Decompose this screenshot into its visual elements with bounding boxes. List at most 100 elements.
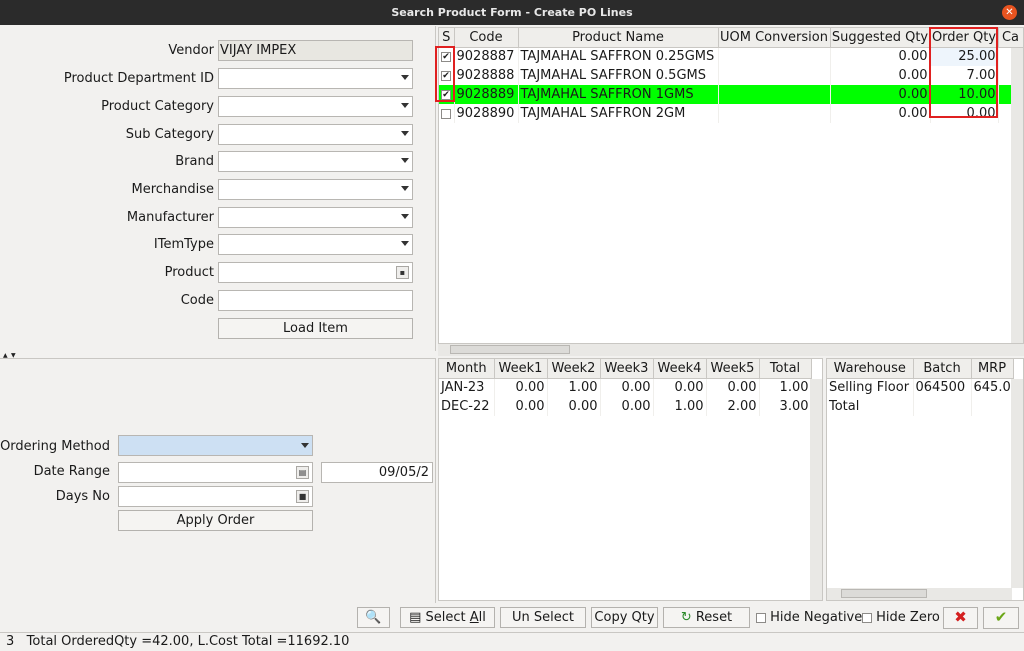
checkbox-unchecked-icon[interactable] — [862, 612, 872, 623]
merchandise-label: Merchandise — [131, 182, 214, 197]
checkbox-unchecked-icon[interactable] — [441, 108, 451, 119]
select-all-button[interactable]: ▤ Select All — [400, 607, 495, 628]
checkbox-checked-icon[interactable]: ✔ — [441, 89, 451, 100]
panel-splitter[interactable]: ▲ ▼ — [0, 351, 436, 359]
load-item-button[interactable]: Load Item — [218, 318, 413, 339]
copy-qty-button[interactable]: Copy Qty — [591, 607, 658, 628]
row-order-qty[interactable]: 25.00 — [930, 47, 999, 66]
scroll-thumb[interactable] — [450, 345, 570, 354]
vendor-row: Vendor VIJAY IMPEX — [0, 40, 436, 62]
cancel-x-icon[interactable]: ✖ — [943, 607, 978, 629]
apply-order-button[interactable]: Apply Order — [118, 510, 313, 531]
sales-grid-vscroll[interactable] — [810, 379, 822, 600]
scroll-thumb[interactable] — [841, 589, 927, 598]
stock-grid-hscroll[interactable] — [827, 588, 1012, 600]
product-department-label: Product Department ID — [63, 71, 214, 86]
product-category-combo[interactable] — [218, 96, 413, 117]
row-code: 9028888 — [454, 66, 519, 85]
sales-grid-header: Month Week1 Week2 Week3 Week4 Week5 Tota… — [439, 359, 812, 379]
col-week1[interactable]: Week1 — [494, 359, 548, 379]
table-row[interactable]: ✔ 9028888 TAJMAHAL SAFFRON 0.5GMS 0.00 7… — [439, 66, 1023, 85]
table-row[interactable]: JAN-23 0.00 1.00 0.00 0.00 0.00 1.00 — [439, 378, 812, 397]
row-checkbox[interactable]: ✔ — [439, 85, 455, 104]
row-product-name: TAJMAHAL SAFFRON 0.25GMS — [518, 47, 719, 66]
table-row[interactable]: ✔ 9028887 TAJMAHAL SAFFRON 0.25GMS 0.00 … — [439, 47, 1023, 66]
col-month[interactable]: Month — [439, 359, 495, 379]
col-ca[interactable]: Ca — [998, 28, 1023, 48]
item-type-combo[interactable] — [218, 234, 413, 255]
vendor-value: VIJAY IMPEX — [220, 43, 297, 58]
chevron-down-icon — [401, 214, 409, 219]
sub-category-combo[interactable] — [218, 124, 413, 145]
hide-negative-checkbox[interactable]: Hide Negative — [756, 610, 862, 625]
row-product-name: TAJMAHAL SAFFRON 2GM — [518, 104, 719, 123]
col-week3[interactable]: Week3 — [600, 359, 654, 379]
product-field[interactable]: ▪ — [218, 262, 413, 283]
col-week4[interactable]: Week4 — [653, 359, 707, 379]
ok-check-icon[interactable]: ✔ — [983, 607, 1019, 629]
table-row[interactable]: 9028890 TAJMAHAL SAFFRON 2GM 0.00 0.00 — [439, 104, 1023, 123]
collapse-up-icon[interactable]: ▲ — [3, 352, 8, 359]
code-field[interactable] — [218, 290, 413, 311]
col-select[interactable]: S — [439, 28, 455, 48]
table-row-selected[interactable]: ✔ 9028889 TAJMAHAL SAFFRON 1GMS 0.00 10.… — [439, 85, 1023, 104]
preview-icon[interactable]: 🔍 — [357, 607, 390, 628]
row-product-name: TAJMAHAL SAFFRON 0.5GMS — [518, 66, 719, 85]
days-no-label: Days No — [55, 489, 110, 504]
col-suggested-qty[interactable]: Suggested Qty — [830, 28, 931, 48]
select-all-label: Select All — [425, 610, 486, 625]
col-uom-conversion[interactable]: UOM Conversion — [718, 28, 831, 48]
calendar-icon[interactable]: ▤ — [296, 466, 309, 479]
product-grid-vscroll[interactable] — [1011, 48, 1023, 343]
row-order-qty[interactable]: 10.00 — [930, 85, 999, 104]
table-row[interactable]: DEC-22 0.00 0.00 0.00 1.00 2.00 3.00 — [439, 397, 812, 416]
checkbox-checked-icon[interactable]: ✔ — [441, 70, 451, 81]
reset-button[interactable]: ↻ Reset — [663, 607, 750, 628]
vendor-field[interactable]: VIJAY IMPEX — [218, 40, 413, 61]
cell-week4: 0.00 — [653, 378, 707, 397]
days-no-field[interactable]: ■ — [118, 486, 313, 507]
cell-week2: 0.00 — [547, 397, 601, 416]
row-checkbox[interactable] — [439, 104, 455, 123]
product-department-combo[interactable] — [218, 68, 413, 89]
row-checkbox[interactable]: ✔ — [439, 66, 455, 85]
merchandise-combo[interactable] — [218, 179, 413, 200]
cell-week4: 1.00 — [653, 397, 707, 416]
cell-mrp: 645.0 — [971, 378, 1014, 397]
checkbox-unchecked-icon[interactable] — [756, 612, 766, 623]
col-week2[interactable]: Week2 — [547, 359, 601, 379]
manufacturer-combo[interactable] — [218, 207, 413, 228]
table-row[interactable]: Selling Floor 064500 645.0 — [827, 378, 1014, 397]
row-checkbox[interactable]: ✔ — [439, 47, 455, 66]
col-product-name[interactable]: Product Name — [518, 28, 719, 48]
row-order-qty[interactable]: 0.00 — [930, 104, 999, 123]
col-code[interactable]: Code — [454, 28, 519, 48]
row-code: 9028889 — [454, 85, 519, 104]
product-grid-hscroll[interactable] — [438, 344, 1024, 356]
manufacturer-row: Manufacturer — [0, 207, 436, 229]
ordering-method-combo[interactable] — [118, 435, 313, 456]
chevron-down-icon — [401, 131, 409, 136]
col-warehouse[interactable]: Warehouse — [827, 359, 914, 379]
spinner-icon[interactable]: ■ — [296, 490, 309, 503]
col-order-qty[interactable]: Order Qty — [930, 28, 999, 48]
checkbox-checked-icon[interactable]: ✔ — [441, 51, 451, 62]
un-select-button[interactable]: Un Select — [500, 607, 586, 628]
cell-batch — [913, 397, 972, 416]
col-mrp[interactable]: MRP — [971, 359, 1014, 379]
cell-warehouse: Total — [827, 397, 914, 416]
hide-zero-checkbox[interactable]: Hide Zero — [862, 610, 940, 625]
collapse-down-icon[interactable]: ▼ — [11, 352, 16, 359]
close-icon[interactable]: ✕ — [1002, 5, 1017, 20]
brand-combo[interactable] — [218, 151, 413, 172]
col-batch[interactable]: Batch — [913, 359, 972, 379]
stock-grid-vscroll[interactable] — [1011, 379, 1023, 588]
row-order-qty[interactable]: 7.00 — [930, 66, 999, 85]
col-week5[interactable]: Week5 — [706, 359, 760, 379]
table-row-total[interactable]: Total — [827, 397, 1014, 416]
lookup-icon[interactable]: ▪ — [396, 266, 409, 279]
date-range-to-field[interactable]: 09/05/2 — [321, 462, 433, 483]
col-total[interactable]: Total — [759, 359, 812, 379]
date-range-from-field[interactable]: ▤ — [118, 462, 313, 483]
cell-week3: 0.00 — [600, 397, 654, 416]
